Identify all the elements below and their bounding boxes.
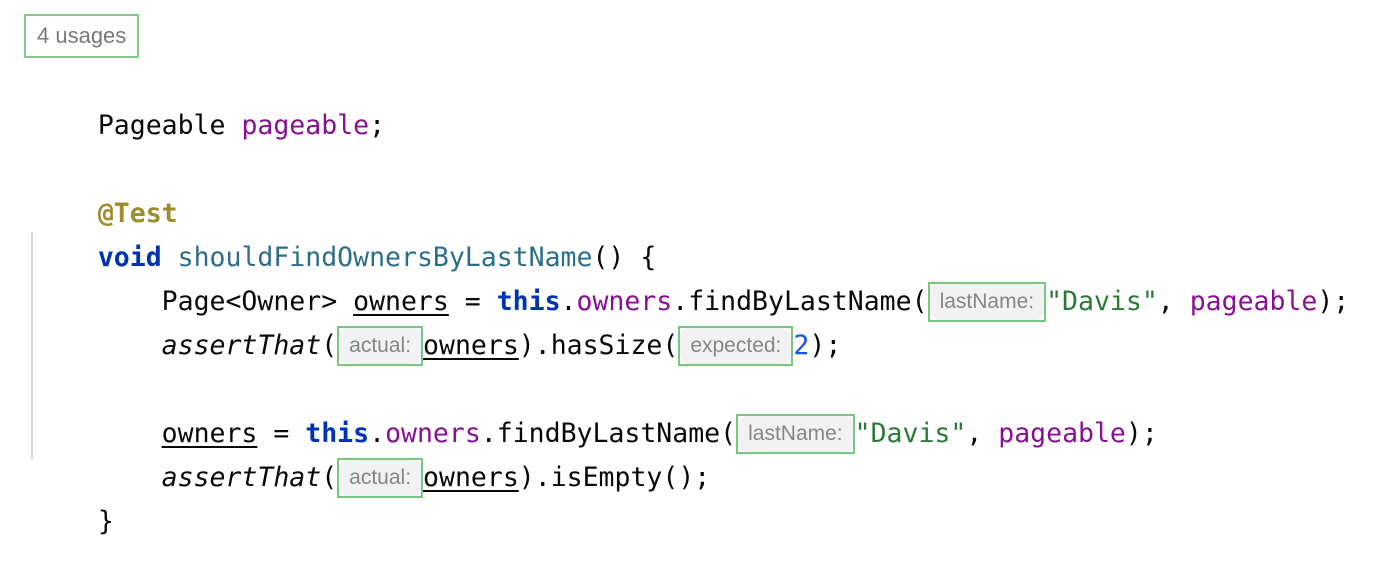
code-editor[interactable]: 4 usages Pageable pageable; @Test void s… (0, 0, 1376, 537)
code-line-statement-4[interactable]: assertThat(actual: owners).isEmpty(); (34, 412, 710, 498)
number-literal-2: 2 (793, 330, 810, 361)
code-line-method-signature[interactable]: void shouldFindOwnersByLastName() { (34, 192, 656, 273)
close-paren-semicolon: ); (809, 330, 842, 361)
inlay-hint-expected-box[interactable]: expected: (678, 325, 794, 366)
usages-inlay-hint[interactable]: 4 usages (24, 14, 140, 58)
type-pageable: Pageable (97, 110, 226, 141)
code-line-field-declaration[interactable]: Pageable pageable; (34, 60, 385, 141)
inlay-hint-actual-box[interactable]: actual: (337, 457, 424, 498)
arg-pageable: pageable (1189, 286, 1318, 317)
inlay-hint-lastname-box[interactable]: lastName: (927, 281, 1047, 322)
code-line-statement-3[interactable]: owners = this.owners.findByLastName(last… (34, 368, 1158, 454)
arg-pageable: pageable (998, 418, 1126, 449)
string-literal-davis: "Davis" (1046, 286, 1158, 317)
code-line-closing-brace[interactable]: } (34, 456, 114, 537)
method-call-is-empty: ).isEmpty(); (518, 462, 711, 493)
open-paren: ( (321, 462, 338, 493)
closing-brace: } (97, 506, 114, 537)
static-method-assert-that: assertThat (161, 462, 322, 493)
code-line-statement-2[interactable]: assertThat(actual: owners).hasSize(expect… (34, 280, 841, 366)
static-method-assert-that: assertThat (161, 330, 322, 361)
open-paren: ( (321, 330, 338, 361)
comma: , (1157, 286, 1190, 317)
inlay-hint-lastname-box[interactable]: lastName: (736, 413, 855, 454)
comma: , (966, 418, 999, 449)
inlay-hint-actual: actual: (339, 327, 422, 364)
semicolon: ; (369, 110, 386, 141)
indent-guide (31, 232, 33, 460)
field-name-pageable: pageable (241, 110, 370, 141)
code-line-statement-1[interactable]: Page<Owner> owners = this.owners.findByL… (34, 236, 1349, 322)
string-literal-davis: "Davis" (854, 418, 967, 449)
open-paren: ( (720, 418, 737, 449)
local-var-owners: owners (423, 462, 519, 493)
method-call-has-size: ).hasSize( (518, 330, 679, 361)
inlay-hint-lastname: lastName: (738, 415, 853, 452)
local-var-owners: owners (423, 330, 519, 361)
inlay-hint-lastname: lastName: (929, 283, 1045, 320)
inlay-hint-actual: actual: (339, 459, 422, 496)
close-paren-semicolon: ); (1125, 418, 1158, 449)
usages-hint-label: 4 usages (37, 23, 127, 48)
close-paren-semicolon: ); (1317, 286, 1350, 317)
inlay-hint-expected: expected: (680, 327, 792, 364)
inlay-hint-actual-box[interactable]: actual: (337, 325, 424, 366)
open-paren: ( (911, 286, 928, 317)
code-line-annotation[interactable]: @Test (34, 148, 178, 229)
